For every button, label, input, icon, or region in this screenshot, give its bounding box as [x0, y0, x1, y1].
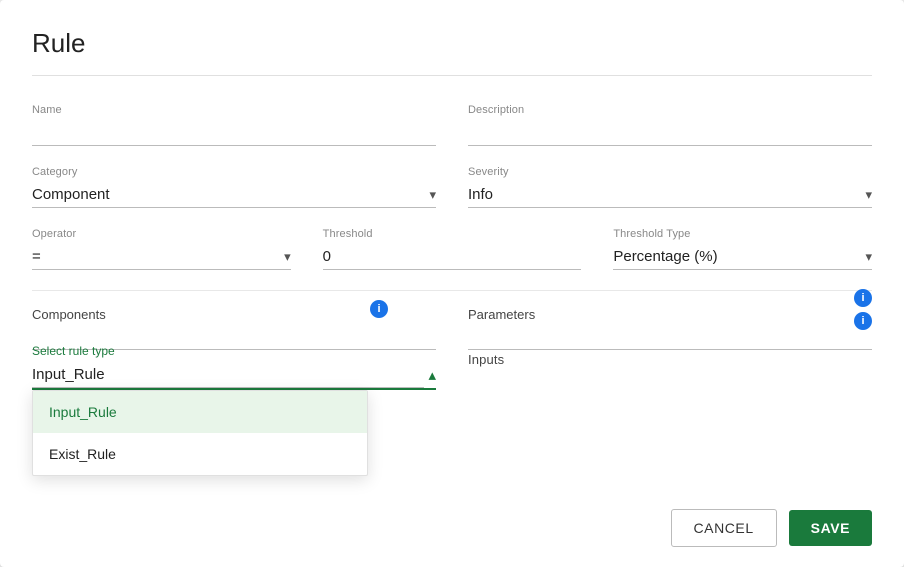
footer-row: CANCEL SAVE — [671, 509, 872, 547]
severity-select[interactable]: Info ▾ — [468, 182, 872, 208]
dropdown-item-exist-rule[interactable]: Exist_Rule — [33, 433, 367, 475]
category-severity-row: Category Component ▾ Severity Info ▾ — [32, 166, 872, 208]
dialog-title: Rule — [32, 28, 872, 76]
threshold-type-field: Threshold Type Percentage (%) ▾ — [613, 228, 872, 270]
components-info-icon[interactable]: i — [370, 300, 388, 318]
inputs-label: Inputs — [468, 352, 872, 367]
category-field: Category Component ▾ — [32, 166, 436, 208]
rule-dialog: Rule Name Description Category Component… — [0, 0, 904, 567]
operator-chevron-icon: ▾ — [284, 249, 291, 265]
parameters-label: Parameters — [468, 307, 872, 322]
inputs-field-wrap: i Inputs — [468, 330, 872, 371]
description-label: Description — [468, 104, 872, 116]
severity-value: Info — [468, 186, 493, 203]
category-chevron-icon: ▾ — [429, 187, 436, 203]
threshold-type-select[interactable]: Percentage (%) ▾ — [613, 244, 872, 270]
divider — [32, 290, 872, 291]
select-rule-input-wrap[interactable]: ▴ — [32, 362, 436, 390]
dropdown-item-input-rule[interactable]: Input_Rule — [33, 391, 367, 433]
chevron-up-icon: ▴ — [428, 366, 436, 384]
description-field: Description — [468, 104, 872, 146]
select-rule-type-field: Select rule type ▴ Input_Rule Exist_Rule — [32, 330, 436, 390]
select-rule-type-label: Select rule type — [32, 344, 436, 358]
operator-threshold-row: Operator = ▾ Threshold Threshold Type Pe… — [32, 228, 872, 270]
threshold-type-chevron-icon: ▾ — [865, 249, 872, 265]
name-description-row: Name Description — [32, 104, 872, 146]
threshold-input[interactable] — [323, 244, 582, 270]
operator-select[interactable]: = ▾ — [32, 244, 291, 270]
category-select[interactable]: Component ▾ — [32, 182, 436, 208]
select-rule-type-input[interactable] — [32, 362, 424, 388]
threshold-type-value: Percentage (%) — [613, 248, 717, 265]
description-input[interactable] — [468, 120, 872, 146]
threshold-type-label: Threshold Type — [613, 228, 872, 240]
severity-label: Severity — [468, 166, 872, 178]
category-label: Category — [32, 166, 436, 178]
parameters-info-icon[interactable]: i — [854, 289, 872, 307]
category-value: Component — [32, 186, 110, 203]
save-button[interactable]: SAVE — [789, 510, 872, 546]
name-label: Name — [32, 104, 436, 116]
severity-chevron-icon: ▾ — [865, 187, 872, 203]
rule-type-inputs-row: Select rule type ▴ Input_Rule Exist_Rule… — [32, 330, 872, 390]
severity-field: Severity Info ▾ — [468, 166, 872, 208]
operator-value: = — [32, 248, 41, 265]
rule-type-dropdown: Input_Rule Exist_Rule — [32, 390, 368, 476]
cancel-button[interactable]: CANCEL — [671, 509, 777, 547]
threshold-field: Threshold — [323, 228, 582, 270]
name-input[interactable] — [32, 120, 436, 146]
inputs-info-icon[interactable]: i — [854, 312, 872, 330]
operator-field: Operator = ▾ — [32, 228, 291, 270]
operator-label: Operator — [32, 228, 291, 240]
select-rule-section: Select rule type ▴ Input_Rule Exist_Rule — [32, 344, 436, 390]
name-field: Name — [32, 104, 436, 146]
threshold-label: Threshold — [323, 228, 582, 240]
